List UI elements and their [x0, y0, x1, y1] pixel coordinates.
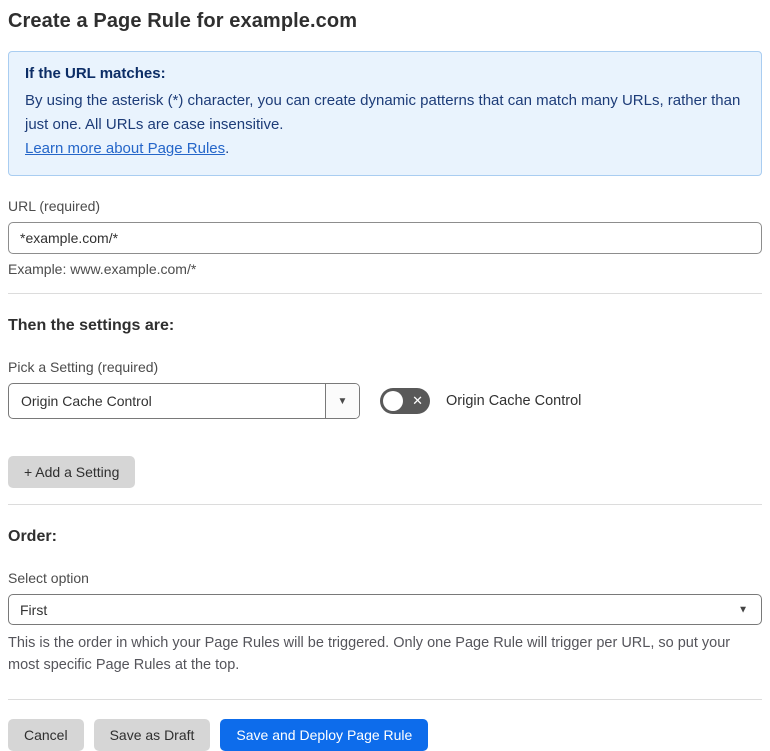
url-input[interactable]: [8, 222, 762, 254]
url-example-helper: Example: www.example.com/*: [8, 261, 197, 277]
origin-cache-control-toggle[interactable]: ✕: [380, 388, 430, 414]
learn-more-link[interactable]: Learn more about Page Rules: [25, 140, 225, 157]
toggle-label: Origin Cache Control: [446, 393, 582, 409]
page-title: Create a Page Rule for example.com: [8, 10, 358, 32]
toggle-group: ✕ Origin Cache Control: [380, 388, 581, 414]
order-select-label: Select option: [8, 570, 89, 586]
link-suffix: .: [225, 140, 230, 157]
divider: [8, 504, 762, 505]
save-and-deploy-button[interactable]: Save and Deploy Page Rule: [220, 718, 429, 751]
order-helper-text: This is the order in which your Page Rul…: [8, 635, 731, 674]
footer-actions: Cancel Save as Draft Save and Deploy Pag…: [8, 718, 762, 751]
pick-setting-label: Pick a Setting (required): [8, 359, 159, 375]
divider: [8, 698, 762, 700]
page-rule-form: Create a Page Rule for example.com If th…: [0, 0, 770, 751]
save-as-draft-button[interactable]: Save as Draft: [93, 718, 211, 751]
setting-select[interactable]: Origin Cache Control ▼: [8, 383, 360, 419]
chevron-down-icon: ▼: [738, 604, 748, 615]
chevron-down-icon[interactable]: ▼: [325, 384, 359, 418]
info-box-heading: If the URL matches:: [25, 65, 166, 82]
order-section-heading: Order:: [8, 528, 57, 545]
toggle-off-x-icon: ✕: [412, 393, 423, 409]
divider: [8, 293, 762, 294]
setting-select-value: Origin Cache Control: [21, 393, 152, 409]
url-match-info-box: If the URL matches: By using the asteris…: [8, 51, 762, 176]
cancel-button[interactable]: Cancel: [8, 718, 84, 751]
info-link-row: Learn more about Page Rules.: [25, 137, 745, 161]
info-box-body: By using the asterisk (*) character, you…: [25, 92, 741, 133]
toggle-knob: [383, 391, 403, 411]
url-field-label: URL (required): [8, 198, 101, 214]
add-setting-button[interactable]: + Add a Setting: [8, 456, 136, 488]
order-select[interactable]: First ▼: [8, 594, 762, 625]
setting-row: Origin Cache Control ▼ ✕ Origin Cache Co…: [8, 383, 762, 419]
settings-section-heading: Then the settings are:: [8, 317, 175, 334]
order-select-value: First: [20, 601, 48, 618]
